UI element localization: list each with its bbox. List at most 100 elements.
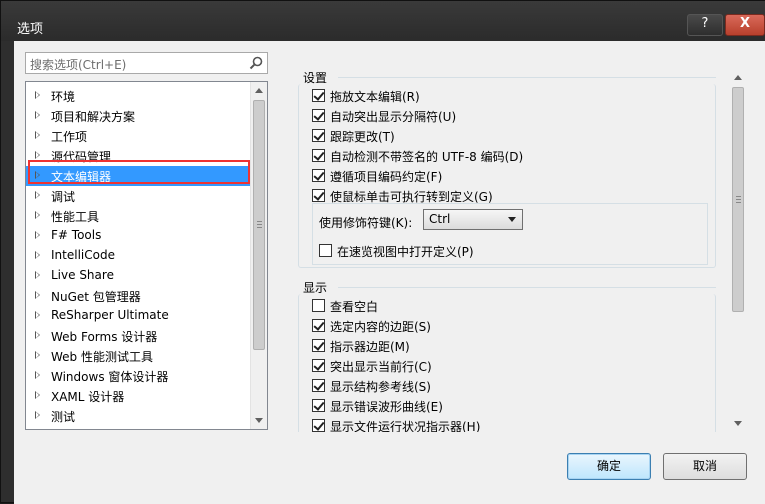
- tree-item[interactable]: Windows 窗体设计器: [26, 366, 250, 386]
- expand-arrow-icon[interactable]: [35, 331, 40, 339]
- search-input[interactable]: 搜索选项(Ctrl+E): [25, 52, 268, 74]
- tree-item[interactable]: NuGet 包管理器: [26, 286, 250, 306]
- scroll-up-icon[interactable]: [255, 88, 263, 93]
- tree-item[interactable]: 项目和解决方案: [26, 106, 250, 126]
- tree-item[interactable]: 环境: [26, 86, 250, 106]
- expand-arrow-icon[interactable]: [35, 311, 40, 319]
- tree-item-label: 性能工具: [51, 210, 100, 224]
- modifier-key-select[interactable]: Ctrl: [423, 209, 523, 230]
- settings-checkbox[interactable]: [312, 109, 325, 122]
- tree-item[interactable]: 文本编辑器: [26, 166, 250, 186]
- settings-checkbox[interactable]: [312, 129, 325, 142]
- display-checkbox[interactable]: [312, 399, 325, 412]
- tree-item-label: Windows 窗体设计器: [51, 370, 169, 384]
- display-label: 显示错误波形曲线(E): [330, 400, 443, 414]
- modifier-label: 使用修饰符键(K):: [319, 216, 413, 230]
- help-button[interactable]: ?: [687, 14, 723, 36]
- settings-scroll-thumb[interactable]: [732, 87, 744, 312]
- tree-scroll-thumb[interactable]: [253, 100, 265, 350]
- options-tree[interactable]: 环境项目和解决方案工作项源代码管理文本编辑器调试性能工具 F# Tools Inte…: [25, 81, 268, 430]
- display-checkbox[interactable]: [312, 319, 325, 332]
- expand-arrow-icon[interactable]: [35, 251, 40, 259]
- display-group: 查看空白 选定内容的边距(S) 指示器边距(M) 突出显示当前行(C) 显示结构参考线(…: [298, 294, 716, 432]
- display-checkbox[interactable]: [312, 339, 325, 352]
- settings-label: 遵循项目编码约定(F): [330, 170, 443, 184]
- expand-arrow-icon[interactable]: [35, 91, 40, 99]
- expand-arrow-icon[interactable]: [35, 371, 40, 379]
- display-label: 选定内容的边距(S): [330, 320, 431, 334]
- tree-item-label: XAML 设计器: [51, 390, 125, 404]
- tree-item-label: Web 性能测试工具: [51, 350, 153, 364]
- display-checkbox[interactable]: [312, 299, 325, 312]
- expand-arrow-icon[interactable]: [35, 211, 40, 219]
- title-bar: 选项 ? X: [1, 1, 765, 41]
- settings-checkbox[interactable]: [312, 89, 325, 102]
- tree-item[interactable]: 调试: [26, 186, 250, 206]
- scroll-up-icon[interactable]: [734, 75, 742, 80]
- tree-item-label: Web Forms 设计器: [51, 330, 158, 344]
- settings-label: 跟踪更改(T): [330, 130, 395, 144]
- settings-checkbox[interactable]: [312, 149, 325, 162]
- tree-item[interactable]: 源代码管理: [26, 146, 250, 166]
- tree-item[interactable]: Web Forms 设计器: [26, 326, 250, 346]
- tree-item-label: 工作项: [51, 130, 88, 144]
- tree-item[interactable]: 工作项: [26, 126, 250, 146]
- modifier-value: Ctrl: [429, 212, 451, 226]
- tree-item-label: 源代码管理: [51, 150, 112, 164]
- scroll-down-icon[interactable]: [734, 421, 742, 426]
- tree-item[interactable]: IntelliCode: [26, 246, 250, 266]
- settings-checkbox[interactable]: [312, 189, 325, 202]
- dialog-body: 搜索选项(Ctrl+E) 环境项目和解决方案工作项源代码管理文本编辑器调试性能工…: [14, 41, 765, 504]
- tree-item-label: 环境: [51, 90, 76, 104]
- settings-label: 自动检测不带签名的 UTF-8 编码(D): [330, 150, 524, 164]
- expand-arrow-icon[interactable]: [35, 151, 40, 159]
- expand-arrow-icon[interactable]: [35, 131, 40, 139]
- expand-arrow-icon[interactable]: [35, 271, 40, 279]
- cancel-button[interactable]: 取消: [663, 453, 747, 480]
- display-checkbox[interactable]: [312, 359, 325, 372]
- tree-item[interactable]: F# Tools: [26, 226, 250, 246]
- tree-item-label: Live Share: [51, 268, 114, 282]
- tree-scrollbar[interactable]: [250, 82, 267, 429]
- tree-item[interactable]: 性能工具: [26, 206, 250, 226]
- expand-arrow-icon[interactable]: [35, 391, 40, 399]
- tree-item[interactable]: XAML 设计器: [26, 386, 250, 406]
- chevron-down-icon: [508, 217, 516, 222]
- dialog-title: 选项: [17, 22, 44, 37]
- settings-checkbox[interactable]: [312, 169, 325, 182]
- display-divider: [338, 287, 716, 288]
- tree-item[interactable]: Web 性能测试工具: [26, 346, 250, 366]
- display-checkbox[interactable]: [312, 379, 325, 392]
- expand-arrow-icon[interactable]: [35, 411, 40, 419]
- display-label: 显示结构参考线(S): [330, 380, 431, 394]
- expand-arrow-icon[interactable]: [35, 111, 40, 119]
- tree-item[interactable]: Live Share: [26, 266, 250, 286]
- tree-item[interactable]: 测试: [26, 406, 250, 426]
- tree-item-label: NuGet 包管理器: [51, 290, 141, 304]
- expand-arrow-icon[interactable]: [35, 291, 40, 299]
- settings-panel: 设置 拖放文本编辑(R) 自动突出显示分隔符(U) 跟踪更改(T) 自动检测不带签名的…: [296, 65, 746, 432]
- search-placeholder: 搜索选项(Ctrl+E): [30, 58, 127, 72]
- ok-button[interactable]: 确定: [567, 453, 651, 480]
- peek-checkbox[interactable]: [319, 244, 332, 257]
- display-label: 查看空白: [330, 300, 379, 314]
- scroll-down-icon[interactable]: [255, 418, 263, 423]
- expand-arrow-icon[interactable]: [35, 231, 40, 239]
- expand-arrow-icon[interactable]: [35, 171, 40, 179]
- display-checkbox[interactable]: [312, 419, 325, 432]
- tree-item-label: 测试: [51, 410, 76, 424]
- expand-arrow-icon[interactable]: [35, 351, 40, 359]
- tree-item-label: ReSharper Ultimate: [51, 308, 169, 322]
- options-dialog: 选项 ? X 搜索选项(Ctrl+E) 环境项目和解决方案工作项源代码管理文本编…: [0, 0, 765, 504]
- goto-definition-box: 使用修饰符键(K): Ctrl 在速览视图中打开定义(P): [312, 203, 708, 265]
- settings-divider: [338, 77, 716, 78]
- close-button[interactable]: X: [725, 14, 765, 36]
- search-icon[interactable]: [248, 55, 264, 71]
- settings-label: 自动突出显示分隔符(U): [330, 110, 457, 124]
- display-label: 显示文件运行状况指示器(H): [330, 420, 481, 432]
- tree-item-label: F# Tools: [51, 228, 102, 242]
- settings-scrollbar[interactable]: [730, 69, 747, 432]
- tree-item-label: 文本编辑器: [51, 170, 112, 184]
- tree-item[interactable]: ReSharper Ultimate: [26, 306, 250, 326]
- expand-arrow-icon[interactable]: [35, 191, 40, 199]
